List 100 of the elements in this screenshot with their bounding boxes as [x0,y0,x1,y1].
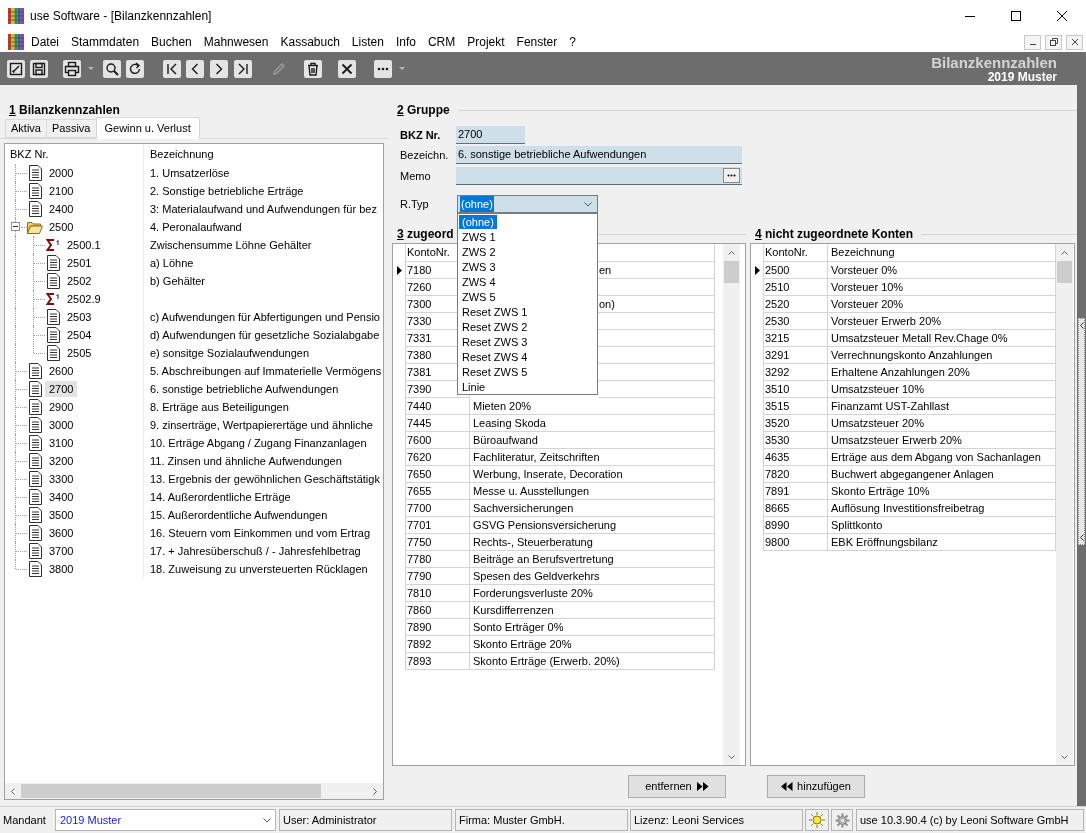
tree-item-label[interactable]: 2. Sonstige betriebliche Erträge [150,182,304,200]
collapse-icon[interactable] [11,222,20,231]
tree-item-number[interactable]: 3000 [45,417,78,433]
tree-item-number[interactable]: 2501 [63,255,96,271]
chevron-up-icon[interactable] [1061,250,1068,255]
tree-item-label[interactable]: 13. Ergebnis der gewöhnlichen Geschäftstätigk [150,470,380,488]
account-name[interactable]: Umsatzsteuer 10% [831,380,924,398]
account-name[interactable]: Forderungsverluste 20% [473,584,593,602]
client-combobox[interactable]: 2019 Muster [55,809,276,831]
chevron-left-icon[interactable] [11,787,15,795]
tree-item-label[interactable]: 9. zinserträge, Wertpapierertäge und ähnliche [150,416,373,434]
chevron-right-icon[interactable] [373,787,377,795]
account-name[interactable]: Skonto Erträge (Erwerb. 20%) [473,652,620,670]
chevron-left-icon[interactable] [1079,322,1084,329]
menu-item[interactable]: Kassabuch [274,33,346,51]
tree-item-label[interactable]: 10. Erträge Abgang / Zugang Finanzanlagen [150,434,367,452]
account-name[interactable]: Finanzamt UST-Zahllast [831,397,949,415]
tree-item-number[interactable]: 3100 [45,435,78,451]
account-name[interactable]: Beiträge an Berufsvertretung [473,550,614,568]
tree-item-number[interactable]: 2700 [45,381,78,397]
menu-item[interactable]: Info [389,33,422,51]
tree-item-number[interactable]: 3700 [45,543,78,559]
account-name[interactable]: Sachversicherungen [473,499,574,517]
tree-item-label[interactable]: b) Gehälter [150,272,206,290]
tree-item-label[interactable]: c) Aufwendungen für Abfertigungen und Pensio [150,308,380,326]
tree-item-number[interactable]: 2505 [63,345,96,361]
tree-item-label[interactable]: 17. + Jahresüberschuß / - Jahresfehlbetrag [150,542,361,560]
chevron-down-icon[interactable] [728,754,735,759]
account-name[interactable]: Messe u. Ausstellungen [473,482,590,500]
menu-item[interactable]: Projekt [461,33,511,51]
edit-button[interactable] [7,59,25,78]
dropdown-option[interactable]: Reset ZWS 1 [459,304,531,319]
account-name[interactable]: Werbung, Inserate, Decoration [473,465,623,483]
account-name[interactable]: Umsatzsteuer Metall Rev.Chage 0% [831,329,1008,347]
save-button[interactable] [30,59,48,78]
account-name[interactable]: Splittkonto [831,516,883,534]
tree-item-label[interactable]: a) Löhne [150,254,194,272]
print-button[interactable] [63,59,81,78]
search-button[interactable] [103,59,121,78]
account-name[interactable]: Buchwert abgegangener Anlagen [831,465,994,483]
caret-down-icon[interactable] [88,67,94,70]
account-name[interactable]: Verrechnungskonto Anzahlungen [831,346,993,364]
tab[interactable]: Gewinn u. Verlust [95,117,200,139]
tree-item-number[interactable]: 2500 [45,219,78,235]
caret-down-icon[interactable] [399,67,405,70]
account-name[interactable]: Erhaltene Anzahlungen 20% [831,363,970,381]
vertical-scrollbar[interactable] [1056,244,1073,765]
first-record-button[interactable] [163,59,181,78]
horizontal-scrollbar[interactable] [5,783,383,799]
dropdown-option[interactable]: ZWS 1 [459,229,499,244]
account-name[interactable]: Spesen des Geldverkehrs [473,567,600,585]
tree-item-label[interactable]: e) sonsitge Sozialaufwendungen [150,344,309,362]
menu-item[interactable]: Stammdaten [65,33,146,51]
account-name[interactable]: Skonto Erträge 20% [473,635,572,653]
add-button[interactable]: hinzufügen [767,775,865,798]
tree-item-number[interactable]: 2100 [45,183,78,199]
delete-button[interactable] [304,59,322,78]
menu-item[interactable]: CRM [421,33,462,51]
account-name[interactable]: Erträge aus dem Abgang von Sachanlagen [831,448,1041,466]
dropdown-option[interactable]: Linie [459,379,489,394]
tab[interactable]: Aktiva [5,119,46,138]
chevron-up-icon[interactable] [728,250,735,255]
account-name[interactable]: GSVG Pensionsversicherung [473,516,617,534]
gear-status-button[interactable] [831,809,853,831]
tree-item-label[interactable]: 11. Zinsen und ähnliche Aufwendungen [150,452,342,470]
memo-field[interactable] [456,167,742,185]
dropdown-option[interactable]: Reset ZWS 3 [459,334,531,349]
tree-item-number[interactable]: 2400 [45,201,78,217]
dropdown-option[interactable]: ZWS 3 [459,259,499,274]
tree-item-number[interactable]: 3500 [45,507,78,523]
chevron-down-icon[interactable] [584,201,592,207]
tree-item-number[interactable]: 3600 [45,525,78,541]
tree-item-label[interactable]: 16. Steuern vom Einkommen und vom Ertrag [150,524,371,542]
last-record-button[interactable] [234,59,252,78]
dropdown-option[interactable]: ZWS 4 [459,274,499,289]
tree-item-label[interactable]: 15. Außerordentliche Aufwendungen [150,506,328,524]
text-field[interactable]: 2700 [456,126,525,144]
account-name[interactable]: Vorsteuer 20% [831,295,904,313]
account-name[interactable]: Leasing Skoda [473,414,546,432]
tree-item-number[interactable]: 2000 [45,165,78,181]
tree-item-number[interactable]: 3400 [45,489,78,505]
dropdown-option[interactable]: ZWS 5 [459,289,499,304]
tree-item-number[interactable]: 2504 [63,327,96,343]
type-combobox[interactable]: (ohne) [457,195,598,213]
mdi-close-button[interactable] [1066,34,1083,50]
tree-item-label[interactable]: Zwischensumme Löhne Gehälter [150,236,312,254]
account-name[interactable]: Sonto Erträger 0% [473,618,564,636]
sun-status-button[interactable] [805,809,829,831]
tree-item-label[interactable]: d) Aufwendungen für gesetzliche Sozialabgabe [150,326,380,344]
tree-item-label[interactable]: 1. Umsatzerlöse [150,164,230,182]
tree-item-number[interactable]: 3300 [45,471,78,487]
text-field[interactable]: 6. sonstige betriebliche Aufwendungen [456,146,742,164]
scrollbar-thumb[interactable] [21,784,321,798]
vertical-scrollbar[interactable] [723,244,740,765]
scrollbar-thumb[interactable] [1057,261,1072,283]
tree-item-label[interactable]: 14. Außerordentliche Erträge [150,488,291,506]
tree-item-label[interactable]: 8. Erträge aus Beteiligungen [150,398,289,416]
tree-item-number[interactable]: 3200 [45,453,78,469]
dropdown-option[interactable]: Reset ZWS 5 [459,364,531,379]
tree-item-number[interactable]: 2900 [45,399,78,415]
